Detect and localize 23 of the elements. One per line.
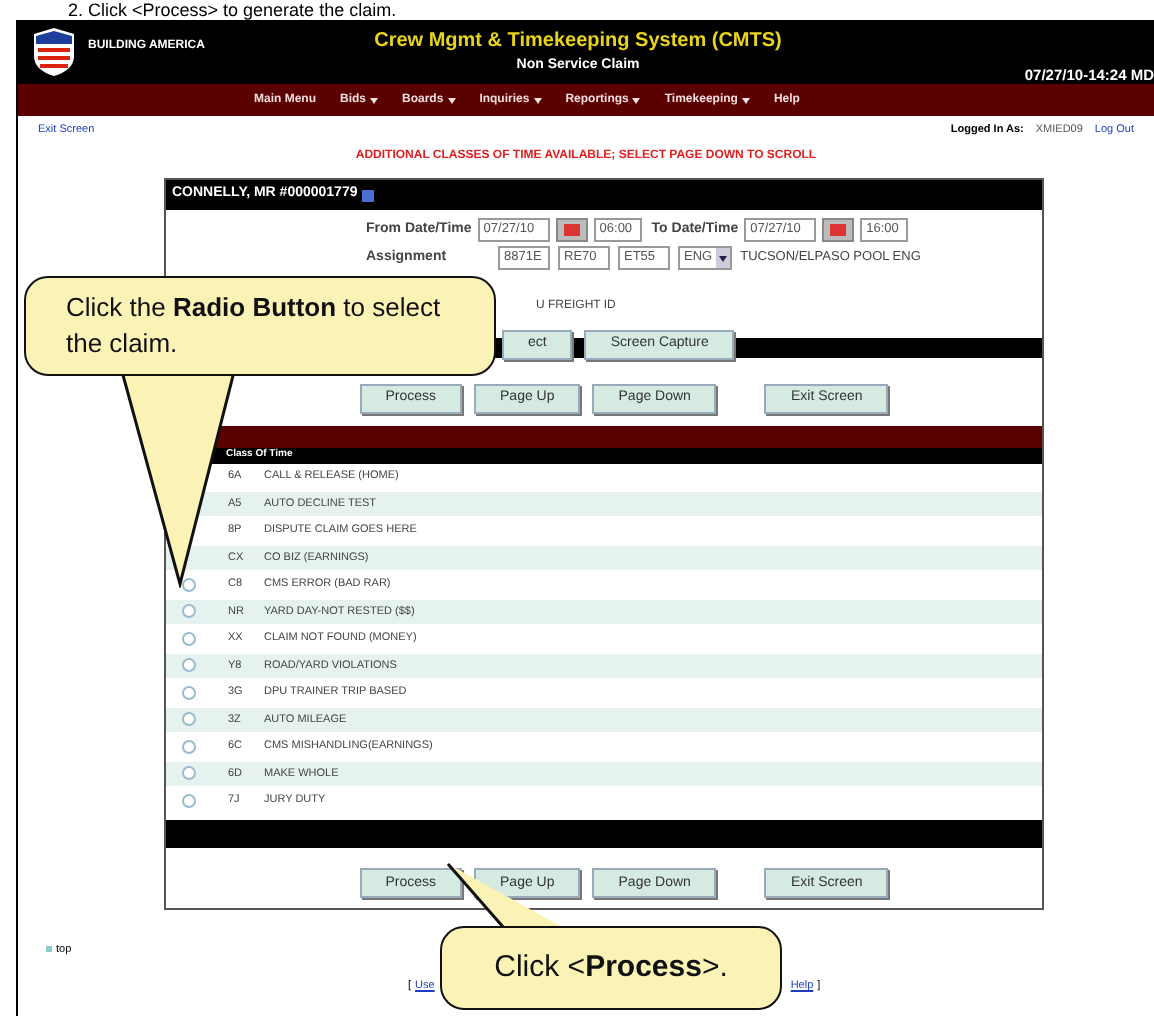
caret-icon [632,97,641,103]
info-icon[interactable] [361,189,374,201]
radio-button[interactable] [182,604,196,619]
calendar-icon[interactable] [555,218,588,242]
radio-button[interactable] [182,631,196,646]
radio-button[interactable] [182,712,196,727]
radio-button[interactable] [182,739,196,754]
instruction-text: 2. Click <Process> to generate the claim. [66,0,397,20]
callout-text: Click <Process>. [494,947,728,988]
radio-button[interactable] [182,577,196,592]
radio-button[interactable] [182,766,196,781]
caret-icon [370,97,379,103]
calendar-icon[interactable] [822,218,855,242]
shield-logo-icon [32,28,76,76]
radio-button[interactable] [182,685,196,700]
caret-icon [447,97,456,103]
caret-icon [741,97,750,103]
radio-button[interactable] [182,658,196,673]
callout-text: Click the Radio Button to select the claim. [66,290,443,362]
radio-button[interactable] [182,793,196,808]
app-title: Crew Mgmt & Timekeeping System (CMTS) [374,28,782,56]
caret-icon [533,97,542,103]
bullet-icon [46,946,52,953]
